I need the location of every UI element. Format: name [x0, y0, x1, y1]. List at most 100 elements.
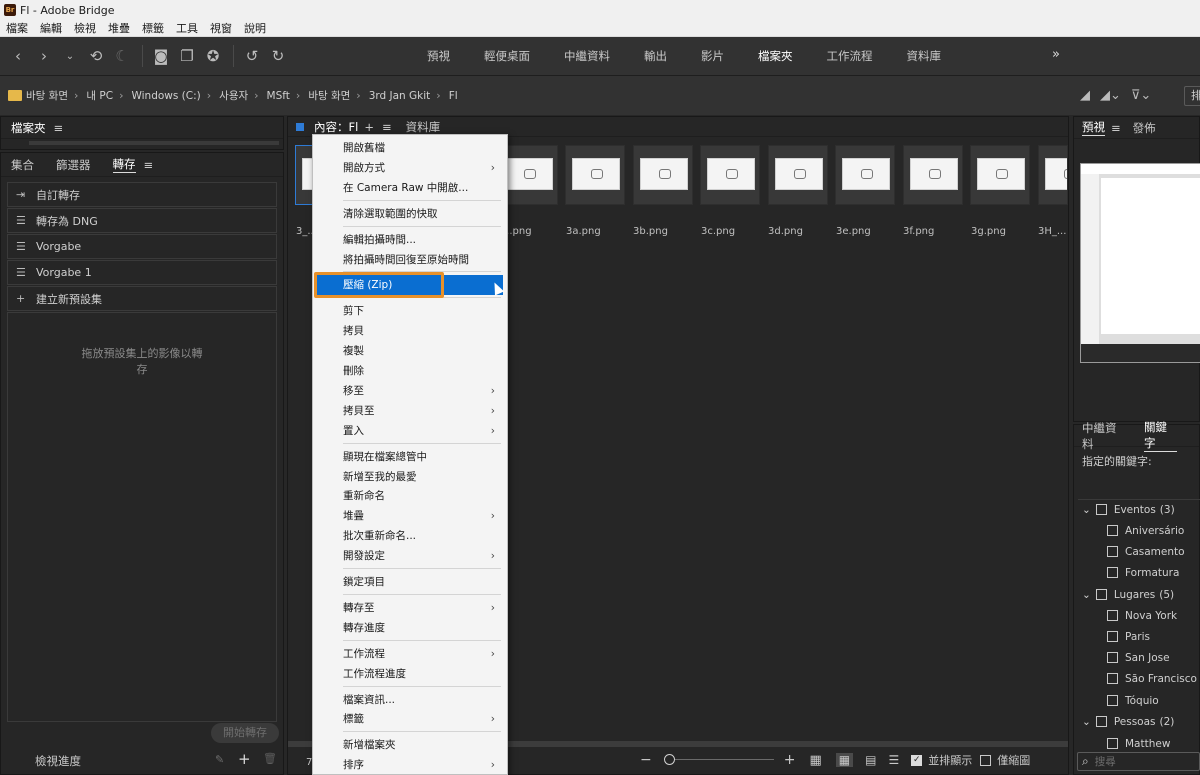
thumbnail[interactable]	[565, 145, 625, 205]
keyword-item[interactable]: Casamento	[1107, 541, 1185, 562]
export-item-vorgabe-1[interactable]: ☰ Vorgabe 1	[7, 260, 277, 285]
tab-preview[interactable]: 預視	[1082, 119, 1105, 136]
zoom-slider[interactable]	[663, 754, 774, 766]
keyword-checkbox[interactable]	[1107, 546, 1118, 557]
chevron-right-icon[interactable]: ›	[74, 89, 78, 102]
sort-button[interactable]: 排	[1184, 86, 1200, 106]
breadcrumb-item[interactable]: Windows (C:)	[131, 90, 200, 102]
context-menu-item[interactable]: 拷貝至 ›	[313, 401, 507, 421]
chevron-right-icon[interactable]: ›	[356, 89, 360, 102]
add-preset-icon[interactable]: +	[238, 750, 251, 768]
workspace-video[interactable]: 影片	[701, 48, 724, 64]
menu-label[interactable]: 標籤	[142, 20, 164, 36]
context-menu-item[interactable]: 置入 ›	[313, 421, 507, 441]
tab-export[interactable]: 轉存	[112, 156, 136, 173]
chevron-down-icon[interactable]: ⌄	[1082, 504, 1091, 516]
keyword-item[interactable]: Nova York	[1107, 605, 1177, 626]
list-view-icon[interactable]: ☰	[888, 753, 899, 767]
context-menu-item[interactable]: 剪下	[313, 301, 507, 321]
context-menu-item[interactable]: 清除選取範圍的快取	[313, 204, 507, 224]
boomerang-icon[interactable]: ☾	[114, 47, 130, 65]
panel-menu-icon[interactable]: ≡	[144, 158, 154, 172]
menu-edit[interactable]: 編輯	[40, 20, 62, 36]
context-menu-item[interactable]: 標籤 ›	[313, 709, 507, 729]
thumbnail[interactable]	[970, 145, 1030, 205]
context-menu-item[interactable]: 開啟方式 ›	[313, 158, 507, 178]
keyword-checkbox[interactable]	[1107, 652, 1118, 663]
context-menu-item[interactable]: 工作流程 ›	[313, 644, 507, 664]
export-drop-area[interactable]: 拖放預設集上的影像以轉 存	[7, 312, 277, 722]
panel-menu-icon[interactable]: ≡	[1111, 121, 1121, 135]
context-menu-item[interactable]: 轉存至 ›	[313, 598, 507, 618]
context-menu-item[interactable]: 顯現在檔案總管中	[313, 447, 507, 467]
zoom-in-button[interactable]: +	[784, 752, 796, 768]
zoom-out-button[interactable]: −	[640, 752, 652, 768]
keyword-checkbox[interactable]	[1107, 567, 1118, 578]
workspace-folders[interactable]: 檔案夾	[758, 48, 793, 64]
workspace-output[interactable]: 輸出	[644, 48, 667, 64]
keyword-item[interactable]: São Francisco	[1107, 668, 1197, 689]
context-menu-item[interactable]: 新增至我的最愛	[313, 467, 507, 487]
workspace-metadata[interactable]: 中繼資料	[564, 48, 610, 64]
context-menu-item[interactable]: 堆疊 ›	[313, 506, 507, 526]
add-tab-icon[interactable]: +	[364, 120, 374, 134]
thumbnail[interactable]	[835, 145, 895, 205]
menu-tools[interactable]: 工具	[176, 20, 198, 36]
context-menu-item[interactable]: 編輯拍攝時間...	[313, 230, 507, 250]
trash-icon[interactable]: 🗑	[263, 752, 277, 765]
chevron-right-icon[interactable]: ›	[119, 89, 123, 102]
tab-keywords[interactable]: 關鍵字	[1144, 419, 1177, 452]
chevron-right-icon[interactable]: ›	[254, 89, 258, 102]
menu-help[interactable]: 說明	[244, 20, 266, 36]
keyword-checkbox[interactable]	[1107, 738, 1118, 749]
copy-files-icon[interactable]: ❐	[179, 47, 195, 65]
keyword-item[interactable]: San Jose	[1107, 647, 1170, 668]
keyword-item[interactable]: Paris	[1107, 626, 1150, 647]
keyword-checkbox[interactable]	[1095, 716, 1107, 727]
create-new-preset[interactable]: + 建立新預設集	[7, 286, 277, 311]
grid-lock-icon[interactable]: ▦	[809, 753, 821, 768]
rating-filter-icon[interactable]: ◢⌄	[1100, 88, 1121, 103]
context-menu-item[interactable]: 移至 ›	[313, 381, 507, 401]
context-menu-item[interactable]: 檔案資訊...	[313, 690, 507, 710]
chevron-right-icon[interactable]: ›	[436, 89, 440, 102]
context-menu-item[interactable]: 重新命名	[313, 486, 507, 506]
workspace-light-table[interactable]: 輕便桌面	[484, 48, 530, 64]
filter-icon[interactable]: ⊽⌄	[1131, 88, 1151, 103]
tab-publish[interactable]: 發佈	[1133, 120, 1156, 136]
quality-icon[interactable]: ◢	[1080, 88, 1090, 103]
breadcrumb-item[interactable]: 3rd Jan Gkit	[369, 90, 431, 102]
recent-history-icon[interactable]: ⟲	[88, 47, 104, 65]
export-item-dng[interactable]: ☰ 轉存為 DNG	[7, 208, 277, 233]
keyword-checkbox[interactable]	[1107, 695, 1118, 706]
panel-menu-icon[interactable]: ≡	[382, 120, 392, 134]
context-menu-item[interactable]: 工作流程進度	[313, 664, 507, 684]
chevron-down-icon[interactable]: ⌄	[62, 51, 78, 62]
tab-folders[interactable]: 檔案夾	[11, 120, 46, 136]
menu-window[interactable]: 視窗	[210, 20, 232, 36]
back-icon[interactable]: ‹	[10, 47, 26, 65]
chevron-down-icon[interactable]: ⌄	[1082, 716, 1091, 728]
keyword-checkbox[interactable]	[1107, 631, 1118, 642]
tab-collections[interactable]: 集合	[11, 157, 34, 173]
tab-library[interactable]: 資料庫	[406, 119, 441, 135]
workspace-preview[interactable]: 預視	[427, 48, 450, 64]
refine-sync-icon[interactable]: ✪	[205, 47, 221, 65]
keyword-checkbox[interactable]	[1095, 504, 1107, 515]
tab-filter[interactable]: 篩選器	[56, 157, 91, 173]
thumbnail[interactable]	[768, 145, 828, 205]
chevron-right-icon[interactable]: ›	[296, 89, 300, 102]
workspace-library[interactable]: 資料庫	[907, 48, 942, 64]
breadcrumb-item[interactable]: 내 PC	[86, 88, 113, 103]
more-workspaces-button[interactable]: »	[1052, 47, 1060, 62]
workspace-workflow[interactable]: 工作流程	[827, 48, 873, 64]
rotate-right-icon[interactable]: ↻	[270, 47, 286, 65]
keyword-checkbox[interactable]	[1107, 673, 1118, 684]
context-menu-item[interactable]: 將拍攝時間回復至原始時間	[313, 250, 507, 270]
forward-icon[interactable]: ›	[36, 47, 52, 65]
export-item-custom[interactable]: ⇥ 自訂轉存	[7, 182, 277, 207]
thumbnail-only-checkbox[interactable]	[980, 754, 992, 766]
context-menu-item[interactable]: 排序 ›	[313, 755, 507, 775]
thumbnail-view-icon[interactable]: ▦	[835, 753, 854, 767]
context-menu-item[interactable]: 新增檔案夾	[313, 735, 507, 755]
